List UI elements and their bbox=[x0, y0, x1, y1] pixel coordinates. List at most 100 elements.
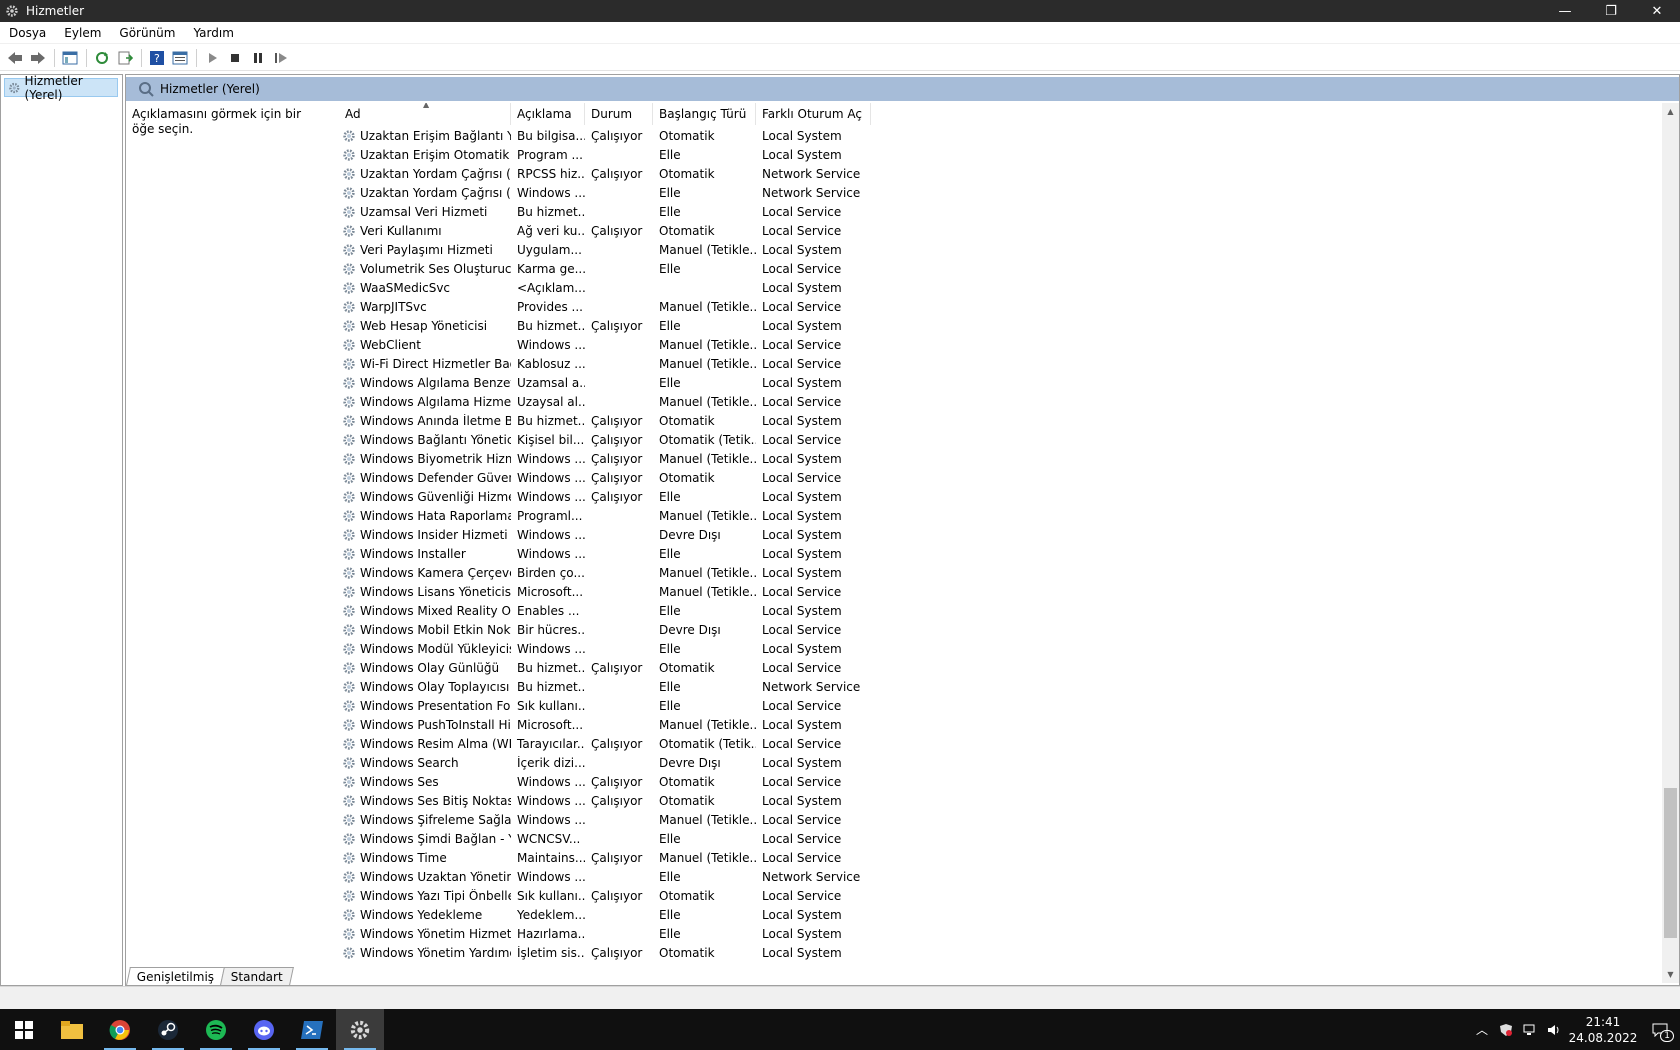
table-row[interactable]: Windows Modül Yükleyicisi Windows ... Elle… bbox=[339, 639, 1661, 658]
table-row[interactable]: Windows Yönetim Yardımcı... İşletim sis..… bbox=[339, 943, 1661, 962]
table-row[interactable]: Windows Şifreleme Sağlayıc... Windows ...… bbox=[339, 810, 1661, 829]
services-gear-icon bbox=[9, 82, 20, 93]
scroll-thumb[interactable] bbox=[1664, 788, 1677, 938]
restart-service-icon[interactable] bbox=[270, 47, 292, 69]
powershell-icon[interactable] bbox=[288, 1009, 336, 1050]
taskbar-clock[interactable]: 21:41 24.08.2022 bbox=[1566, 1014, 1640, 1046]
service-description: Bu hizmet... bbox=[517, 204, 585, 219]
start-icon[interactable] bbox=[0, 1009, 48, 1050]
table-row[interactable]: Windows Installer Windows ... Elle Local Sy… bbox=[339, 544, 1661, 563]
table-row[interactable]: Windows Uzaktan Yönetim ... Windows ... El… bbox=[339, 867, 1661, 886]
console-tree-icon[interactable] bbox=[59, 47, 81, 69]
service-description: Windows ... bbox=[517, 337, 585, 352]
menu-yardim[interactable]: Yardım bbox=[184, 26, 242, 40]
table-row[interactable]: Windows Bağlantı Yöneticisi Kişisel bil..… bbox=[339, 430, 1661, 449]
stop-service-icon[interactable] bbox=[224, 47, 246, 69]
table-row[interactable]: Windows Algılama Benzeti... Uzamsal a... E… bbox=[339, 373, 1661, 392]
table-row[interactable]: WarpJITSvc Provides ... Manuel (Tetikle...… bbox=[339, 297, 1661, 316]
table-row[interactable]: Web Hesap Yöneticisi Bu hizmet... Çalışıyo… bbox=[339, 316, 1661, 335]
steam-icon[interactable] bbox=[144, 1009, 192, 1050]
table-row[interactable]: Uzaktan Erişim Otomatik Ba... Program ...… bbox=[339, 145, 1661, 164]
tab-extended[interactable]: Genişletilmiş bbox=[126, 967, 226, 985]
service-description: Sık kullanı... bbox=[517, 888, 585, 903]
table-row[interactable]: Windows Lisans Yöneticisi ... Microsoft..… bbox=[339, 582, 1661, 601]
table-row[interactable]: Veri Kullanımı Ağ veri ku... Çalışıyor Otom… bbox=[339, 221, 1661, 240]
security-shield-icon[interactable] bbox=[1494, 1009, 1518, 1050]
table-row[interactable]: Windows Anında İletme Bil... Bu hizmet...… bbox=[339, 411, 1661, 430]
start-service-icon[interactable] bbox=[201, 47, 223, 69]
restore-button[interactable]: ❐ bbox=[1588, 0, 1634, 22]
column-header-startup-type[interactable]: Başlangıç Türü bbox=[653, 103, 756, 125]
table-row[interactable]: Windows Biyometrik Hizmeti Windows ... Çal… bbox=[339, 449, 1661, 468]
network-icon[interactable] bbox=[1518, 1009, 1542, 1050]
spotify-icon[interactable] bbox=[192, 1009, 240, 1050]
table-row[interactable]: Windows Insider Hizmeti Windows ... Devre … bbox=[339, 525, 1661, 544]
table-row[interactable]: Windows Kamera Çerçeve S... Birden ço... M… bbox=[339, 563, 1661, 582]
table-row[interactable]: Volumetrik Ses Oluşturucu ... Karma ge...… bbox=[339, 259, 1661, 278]
table-row[interactable]: Windows Algılama Hizmeti Uzaysal al... Man… bbox=[339, 392, 1661, 411]
table-row[interactable]: Windows Yönetim Hizmeti Hazırlama... Elle L… bbox=[339, 924, 1661, 943]
table-row[interactable]: Windows Yazı Tipi Önbelleğ... Sık kullanı… bbox=[339, 886, 1661, 905]
service-gear-icon bbox=[341, 204, 357, 220]
help-icon[interactable]: ? bbox=[146, 47, 168, 69]
volume-icon[interactable] bbox=[1542, 1009, 1566, 1050]
table-row[interactable]: Windows Mixed Reality Op... Enables ... El… bbox=[339, 601, 1661, 620]
pause-service-icon[interactable] bbox=[247, 47, 269, 69]
discord-icon[interactable] bbox=[240, 1009, 288, 1050]
menu-dosya[interactable]: Dosya bbox=[0, 26, 55, 40]
table-row[interactable]: Veri Paylaşımı Hizmeti Uygulam... Manuel (… bbox=[339, 240, 1661, 259]
table-row[interactable]: Windows Olay Toplayıcısı Bu hizmet... Elle… bbox=[339, 677, 1661, 696]
service-gear-icon bbox=[341, 907, 357, 923]
tab-standard[interactable]: Standart bbox=[220, 967, 295, 985]
service-description: Sık kullanı... bbox=[517, 698, 585, 713]
service-log-on-as: Local System bbox=[762, 546, 842, 561]
chrome-icon[interactable] bbox=[96, 1009, 144, 1050]
table-row[interactable]: Windows Search İçerik dizi... Devre Dışı Lo… bbox=[339, 753, 1661, 772]
export-list-icon[interactable] bbox=[114, 47, 136, 69]
services-taskbar-icon[interactable] bbox=[336, 1009, 384, 1050]
table-row[interactable]: Windows Resim Alma (WIA) Tarayıcılar... Ça… bbox=[339, 734, 1661, 753]
table-row[interactable]: Windows Ses Bitiş Noktası ... Windows ...… bbox=[339, 791, 1661, 810]
table-row[interactable]: Windows Ses Windows ... Çalışıyor Otomatik L… bbox=[339, 772, 1661, 791]
table-row[interactable]: WaaSMedicSvc <Açıklam... Local System bbox=[339, 278, 1661, 297]
table-row[interactable]: Windows Hata Raporlama ... Programl... Man… bbox=[339, 506, 1661, 525]
forward-arrow-icon[interactable] bbox=[27, 47, 49, 69]
description-hint: Açıklamasını görmek için bir öğe seçin. bbox=[132, 107, 302, 136]
service-startup-type: Manuel (Tetikle... bbox=[659, 565, 756, 580]
table-row[interactable]: Windows Presentation Fou... Sık kullanı..… bbox=[339, 696, 1661, 715]
table-row[interactable]: Uzaktan Yordam Çağrısı (RP... Windows ...… bbox=[339, 183, 1661, 202]
service-name-cell: Windows Uzaktan Yönetim ... bbox=[339, 869, 511, 885]
notification-center-icon[interactable]: 1 bbox=[1640, 1009, 1680, 1050]
table-row[interactable]: Windows Olay Günlüğü Bu hizmet... Çalışıyo… bbox=[339, 658, 1661, 677]
minimize-button[interactable]: — bbox=[1542, 0, 1588, 22]
table-row[interactable]: Uzaktan Yordam Çağrısı (RP... RPCSS hiz..… bbox=[339, 164, 1661, 183]
table-row[interactable]: Windows Time Maintains... Çalışıyor Manuel … bbox=[339, 848, 1661, 867]
table-row[interactable]: Uzaktan Erişim Bağlantı Yön... Bu bilgisa… bbox=[339, 126, 1661, 145]
back-arrow-icon[interactable] bbox=[4, 47, 26, 69]
column-header-name[interactable]: Ad ▲ bbox=[339, 103, 511, 125]
close-button[interactable]: ✕ bbox=[1634, 0, 1680, 22]
column-header-status[interactable]: Durum bbox=[585, 103, 653, 125]
table-row[interactable]: Windows Güvenliği Hizmeti Windows ... Çalı… bbox=[339, 487, 1661, 506]
table-row[interactable]: WebClient Windows ... Manuel (Tetikle... Lo… bbox=[339, 335, 1661, 354]
refresh-icon[interactable] bbox=[91, 47, 113, 69]
column-header-log-on-as[interactable]: Farklı Oturum Aç bbox=[756, 103, 871, 125]
chevron-up-icon[interactable]: ︿ bbox=[1470, 1009, 1494, 1050]
properties-icon[interactable] bbox=[169, 47, 191, 69]
vertical-scrollbar[interactable]: ▲ ▼ bbox=[1662, 103, 1679, 983]
file-explorer-icon[interactable] bbox=[48, 1009, 96, 1050]
table-row[interactable]: Windows PushToInstall Hiz... Microsoft...… bbox=[339, 715, 1661, 734]
table-row[interactable]: Windows Mobil Etkin Nokta... Bir hücres..… bbox=[339, 620, 1661, 639]
table-row[interactable]: Windows Şimdi Bağlan - Ya... WCNCSV... Ell… bbox=[339, 829, 1661, 848]
service-startup-type: Elle bbox=[659, 831, 681, 846]
menu-gorunum[interactable]: Görünüm bbox=[110, 26, 184, 40]
table-row[interactable]: Wi-Fi Direct Hizmetler Bağl... Kablosuz .… bbox=[339, 354, 1661, 373]
tree-item-services-local[interactable]: Hizmetler (Yerel) bbox=[4, 74, 118, 102]
scroll-up-icon[interactable]: ▲ bbox=[1662, 103, 1679, 120]
table-row[interactable]: Windows Yedekleme Yedeklem... Elle Local Sy… bbox=[339, 905, 1661, 924]
table-row[interactable]: Windows Defender Güvenli... Windows ... Ça… bbox=[339, 468, 1661, 487]
column-header-description[interactable]: Açıklama bbox=[511, 103, 585, 125]
menu-eylem[interactable]: Eylem bbox=[55, 26, 110, 40]
service-startup-type: Otomatik (Tetik... bbox=[659, 736, 756, 751]
table-row[interactable]: Uzamsal Veri Hizmeti Bu hizmet... Elle Loca… bbox=[339, 202, 1661, 221]
